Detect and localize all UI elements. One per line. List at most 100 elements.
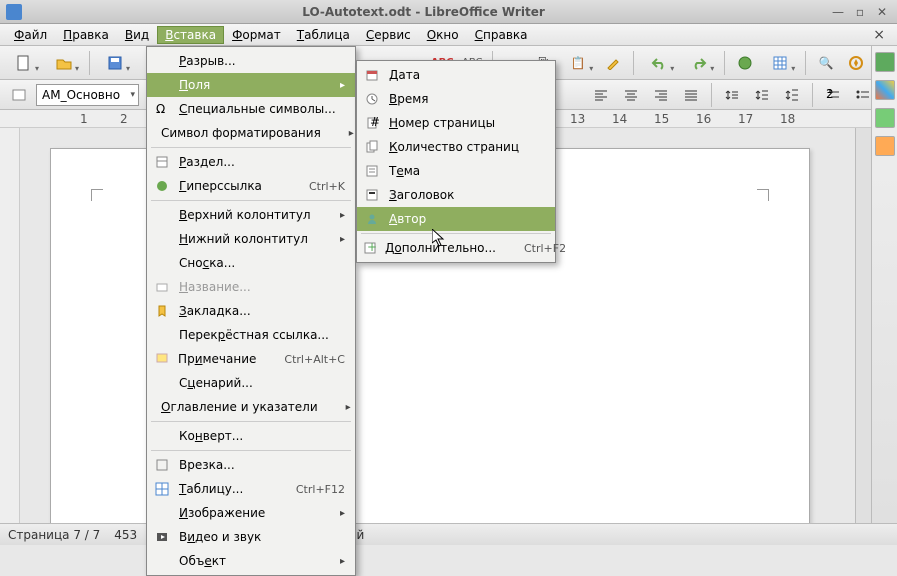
open-button[interactable]	[46, 50, 82, 76]
time-icon	[363, 90, 381, 108]
hyperlink-icon	[153, 177, 171, 195]
insert-menu-item-0[interactable]: Разрыв...	[147, 49, 355, 73]
menu-справка[interactable]: Справка	[467, 26, 536, 44]
vertical-ruler[interactable]	[0, 128, 20, 523]
app-icon	[6, 4, 22, 20]
menu-сервис[interactable]: Сервис	[358, 26, 419, 44]
insert-menu-item-18[interactable]: Конверт...	[147, 424, 355, 448]
fields-submenu-item-6[interactable]: Автор	[357, 207, 555, 231]
align-center-button[interactable]	[618, 82, 644, 108]
fields-submenu-item-2[interactable]: #Номер страницы	[357, 111, 555, 135]
fields-submenu-item-0[interactable]: Дата	[357, 63, 555, 87]
media-icon	[153, 528, 171, 546]
insert-menu-item-20[interactable]: Врезка...	[147, 453, 355, 477]
line-spacing-15-button[interactable]	[749, 82, 775, 108]
styles-button[interactable]	[6, 82, 32, 108]
insert-menu-item-21[interactable]: Таблицу...Ctrl+F12	[147, 477, 355, 501]
minimize-button[interactable]: —	[829, 3, 847, 21]
vertical-scrollbar[interactable]	[855, 128, 871, 523]
caption-icon	[153, 278, 171, 296]
fields-submenu-label-0: Дата	[389, 68, 545, 82]
insert-menu-item-5[interactable]: Раздел...	[147, 150, 355, 174]
navigator-button[interactable]	[843, 50, 869, 76]
insert-menu-item-22[interactable]: Изображение▸	[147, 501, 355, 525]
svg-text:2: 2	[826, 89, 834, 101]
insert-menu-item-9[interactable]: Нижний колонтитул▸	[147, 227, 355, 251]
frame-icon	[153, 456, 171, 474]
numbered-list-button[interactable]: 12	[820, 82, 846, 108]
hyperlink-button[interactable]	[732, 50, 758, 76]
svg-text:+: +	[367, 241, 377, 254]
comment-icon	[153, 350, 170, 368]
fields-submenu-item-8[interactable]: +Дополнительно...Ctrl+F2	[357, 236, 555, 260]
pagenum-icon: #	[363, 114, 381, 132]
insert-menu-item-6[interactable]: ГиперссылкаCtrl+K	[147, 174, 355, 198]
align-right-button[interactable]	[648, 82, 674, 108]
insert-menu-item-12[interactable]: Закладка...	[147, 299, 355, 323]
insert-menu-item-13[interactable]: Перекрёстная ссылка...	[147, 323, 355, 347]
blank-icon	[153, 326, 171, 344]
save-button[interactable]	[97, 50, 133, 76]
fields-submenu-item-3[interactable]: Количество страниц	[357, 135, 555, 159]
menu-файл[interactable]: Файл	[6, 26, 55, 44]
fields-submenu-item-5[interactable]: Заголовок	[357, 183, 555, 207]
insert-menu-item-11: Название...	[147, 275, 355, 299]
format-paintbrush-button[interactable]	[600, 50, 626, 76]
undo-button[interactable]	[641, 50, 677, 76]
insert-menu-item-15[interactable]: Сценарий...	[147, 371, 355, 395]
insert-menu-label-15: Сценарий...	[179, 376, 345, 390]
insert-menu-dropdown: Разрыв...Поля▸ Ω Специальные символы... Сим…	[146, 46, 356, 576]
insert-menu-item-24[interactable]: Объект▸	[147, 549, 355, 573]
insert-menu-label-6: Гиперссылка	[179, 179, 281, 193]
menu-окно[interactable]: Окно	[419, 26, 467, 44]
paste-button[interactable]: 📋	[560, 50, 596, 76]
fields-submenu-item-1[interactable]: Время	[357, 87, 555, 111]
align-left-button[interactable]	[588, 82, 614, 108]
insert-menu-item-10[interactable]: Сноска...	[147, 251, 355, 275]
insert-menu-item-3[interactable]: Символ форматирования▸	[147, 121, 355, 145]
menu-вставка[interactable]: Вставка	[157, 26, 224, 44]
sidebar-navigator-button[interactable]	[875, 136, 895, 156]
menu-правка[interactable]: Правка	[55, 26, 117, 44]
insert-menu-item-1[interactable]: Поля▸	[147, 73, 355, 97]
line-spacing-2-button[interactable]	[779, 82, 805, 108]
title-icon	[363, 186, 381, 204]
fields-submenu-label-8: Дополнительно...	[385, 241, 496, 255]
blank-icon	[153, 552, 171, 570]
table-button[interactable]	[762, 50, 798, 76]
insert-menu-item-2[interactable]: Ω Специальные символы...	[147, 97, 355, 121]
blank-icon	[153, 76, 171, 94]
special-chars-icon: Ω	[153, 100, 171, 118]
fields-submenu-item-4[interactable]: Тема	[357, 159, 555, 183]
align-justify-button[interactable]	[678, 82, 704, 108]
fields-submenu-label-6: Автор	[389, 212, 545, 226]
sidebar-gallery-button[interactable]	[875, 108, 895, 128]
insert-menu-item-14[interactable]: ПримечаниеCtrl+Alt+C	[147, 347, 355, 371]
paragraph-style-combo[interactable]: AM_Основно	[36, 84, 139, 106]
redo-button[interactable]	[681, 50, 717, 76]
find-button[interactable]: 🔍	[813, 50, 839, 76]
blank-icon	[153, 230, 171, 248]
insert-menu-label-8: Верхний колонтитул	[179, 208, 312, 222]
sidebar-styles-button[interactable]	[875, 80, 895, 100]
menu-формат[interactable]: Формат	[224, 26, 289, 44]
insert-menu-label-13: Перекрёстная ссылка...	[179, 328, 345, 342]
menu-таблица[interactable]: Таблица	[289, 26, 358, 44]
insert-menu-label-2: Специальные символы...	[179, 102, 345, 116]
maximize-button[interactable]: ▫	[851, 3, 869, 21]
insert-menu-item-8[interactable]: Верхний колонтитул▸	[147, 203, 355, 227]
sidebar-properties-button[interactable]	[875, 52, 895, 72]
status-words[interactable]: 453	[114, 528, 137, 542]
insert-menu-item-23[interactable]: Видео и звук	[147, 525, 355, 549]
fields-submenu-dropdown: Дата Время#Номер страницыКоличество стран…	[356, 60, 556, 263]
new-document-button[interactable]	[6, 50, 42, 76]
close-button[interactable]: ✕	[873, 3, 891, 21]
title-bar: LO-Autotext.odt - LibreOffice Writer — ▫…	[0, 0, 897, 24]
section-icon	[153, 153, 171, 171]
insert-menu-item-16[interactable]: Оглавление и указатели▸	[147, 395, 355, 419]
bookmark-icon	[153, 302, 171, 320]
menu-вид[interactable]: Вид	[117, 26, 157, 44]
status-page[interactable]: Страница 7 / 7	[8, 528, 100, 542]
line-spacing-1-button[interactable]	[719, 82, 745, 108]
document-close-button[interactable]: ×	[867, 27, 891, 43]
